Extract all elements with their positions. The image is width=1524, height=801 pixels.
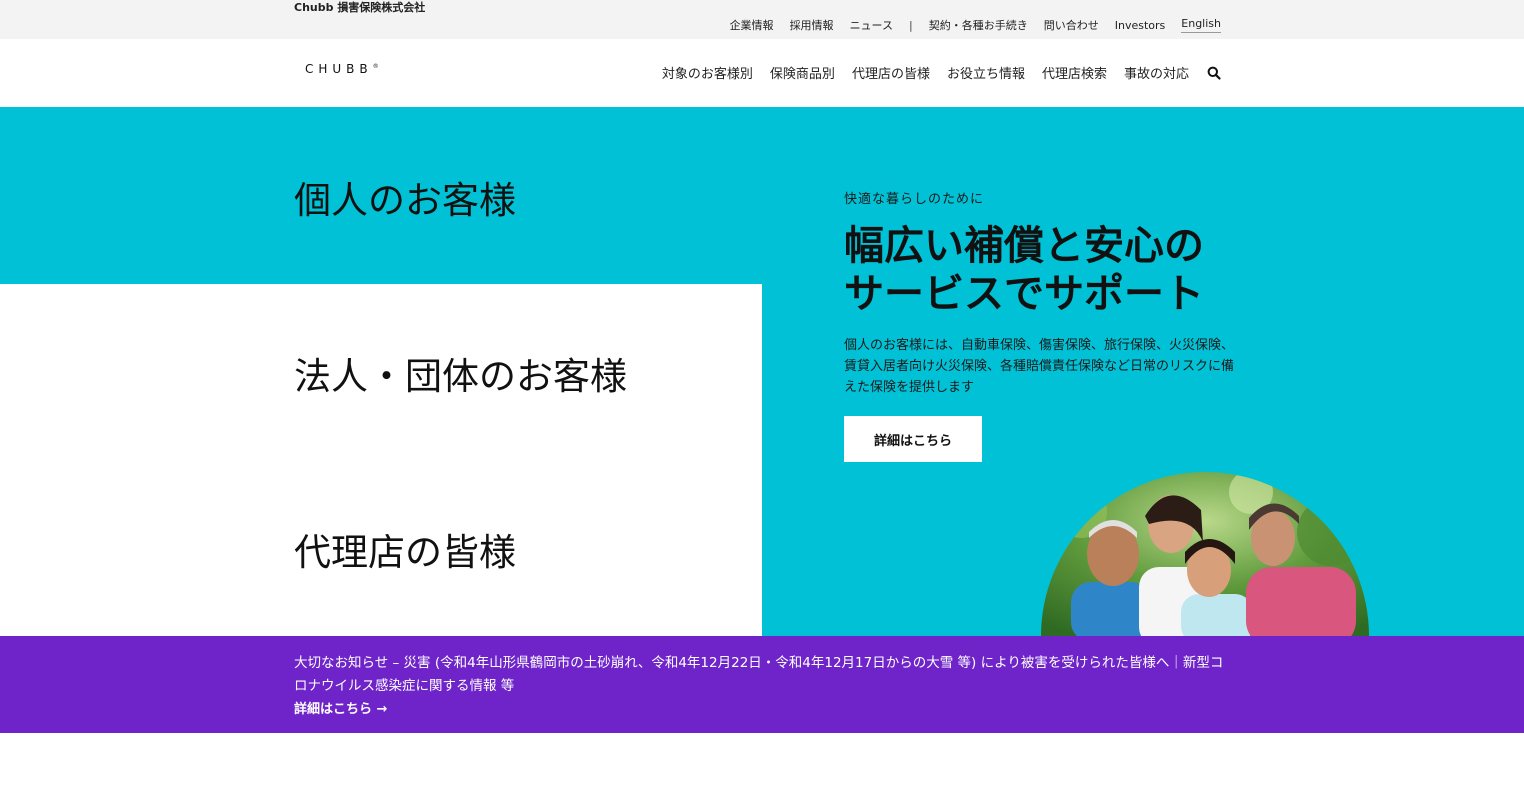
language-link-english[interactable]: English — [1181, 17, 1221, 33]
segment-corporate[interactable]: 法人・団体のお客様 — [294, 346, 627, 400]
utility-link-careers[interactable]: 採用情報 — [790, 17, 834, 33]
nav-item-useful-info[interactable]: お役立ち情報 — [947, 63, 1025, 82]
hero-description: 個人のお客様には、自動車保険、傷害保険、旅行保険、火災保険、賃貸入居者向け火災保… — [844, 338, 1235, 395]
important-notice: 大切なお知らせ – 災害 (令和4年山形県鶴岡市の土砂崩れ、令和4年12月22日… — [0, 636, 1524, 733]
utility-bar: Chubb 損害保険株式会社 企業情報 採用情報 ニュース | 契約・各種お手続… — [0, 0, 1524, 39]
utility-link-investors[interactable]: Investors — [1115, 19, 1166, 32]
nav-item-products[interactable]: 保険商品別 — [770, 63, 835, 82]
notice-detail-link[interactable]: 詳細はこちら → — [294, 698, 387, 717]
hero-subheading: 快適な暮らしのために — [844, 192, 985, 207]
utility-link-contact[interactable]: 問い合わせ — [1044, 17, 1099, 33]
nav-item-accident[interactable]: 事故の対応 — [1124, 63, 1189, 82]
nav-item-customer-type[interactable]: 対象のお客様別 — [662, 63, 753, 82]
segment-personal[interactable]: 個人のお客様 — [294, 170, 516, 224]
detail-button[interactable]: 詳細はこちら — [844, 416, 982, 462]
notice-text[interactable]: 大切なお知らせ – 災害 (令和4年山形県鶴岡市の土砂崩れ、令和4年12月22日… — [294, 652, 1234, 698]
family-photo — [1041, 472, 1369, 636]
site-header: CHUBB® 対象のお客様別 保険商品別 代理店の皆様 お役立ち情報 代理店検索… — [0, 39, 1524, 107]
hero-segment-panel — [0, 284, 762, 636]
utility-link-contract[interactable]: 契約・各種お手続き — [929, 17, 1028, 33]
search-icon[interactable] — [1207, 66, 1221, 80]
hero-heading: 幅広い補償と安心の サービスでサポート — [844, 222, 1244, 318]
utility-links: 企業情報 採用情報 ニュース | 契約・各種お手続き 問い合わせ Investo… — [714, 17, 1221, 33]
chubb-logo[interactable]: CHUBB® — [305, 62, 379, 76]
utility-link-news[interactable]: ニュース — [850, 17, 893, 33]
hero-heading-line-1: 幅広い補償と安心の — [844, 223, 1204, 269]
main-nav: 対象のお客様別 保険商品別 代理店の皆様 お役立ち情報 代理店検索 事故の対応 — [645, 63, 1221, 82]
utility-link-company[interactable]: 企業情報 — [730, 17, 774, 33]
nav-item-agents[interactable]: 代理店の皆様 — [852, 63, 930, 82]
logo-text: CHUBB — [305, 62, 373, 76]
company-name: Chubb 損害保険株式会社 — [294, 1, 426, 14]
logo-registered-mark: ® — [372, 63, 379, 70]
utility-separator: | — [909, 18, 913, 32]
hero-heading-line-2: サービスでサポート — [844, 271, 1204, 317]
nav-item-agent-search[interactable]: 代理店検索 — [1042, 63, 1107, 82]
segment-agency[interactable]: 代理店の皆様 — [294, 522, 516, 576]
